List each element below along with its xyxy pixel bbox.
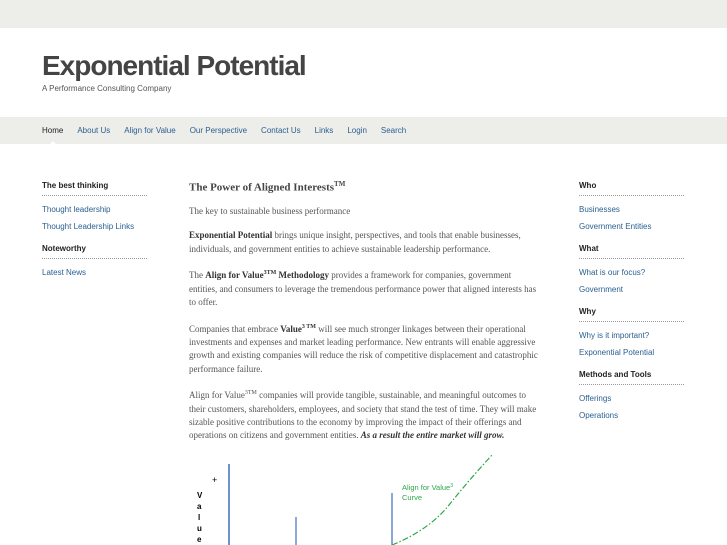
nav-our-perspective[interactable]: Our Perspective [190,117,247,144]
sidebar-link-focus[interactable]: What is our focus? [579,268,684,277]
sidebar-heading: Who [579,181,684,196]
paragraph-3: Companies that embrace Value3 TM will se… [189,323,538,374]
right-sidebar: Who Businesses Government Entities What … [579,181,684,433]
masthead: Exponential Potential A Performance Cons… [42,50,307,93]
paragraph-2: The Align for Value3TM Methodology provi… [189,270,537,308]
sidebar-group-methods-tools: Methods and Tools Offerings Operations [579,370,684,420]
sidebar-heading: Why [579,307,684,322]
curve-label: Align for Value3 [402,483,453,492]
sidebar-heading: Noteworthy [42,244,147,259]
sidebar-link-exponential-potential[interactable]: Exponential Potential [579,348,684,357]
nav-align-for-value[interactable]: Align for Value [124,117,175,144]
sidebar-link-why-important[interactable]: Why is it important? [579,331,684,340]
axis-letter: e [197,535,202,544]
sidebar-group-best-thinking: The best thinking Thought leadership Tho… [42,181,147,231]
left-sidebar: The best thinking Thought leadership Tho… [42,181,147,290]
nav-contact-us[interactable]: Contact Us [261,117,301,144]
page-title: The Power of Aligned InterestsTM [189,180,346,194]
nav-search[interactable]: Search [381,117,406,144]
nav-home[interactable]: Home [42,117,63,145]
nav-links[interactable]: Links [315,117,334,144]
sidebar-link-offerings[interactable]: Offerings [579,394,684,403]
main-nav: Home About Us Align for Value Our Perspe… [0,117,727,145]
paragraph-4: Align for Value3TM companies will provid… [189,390,537,441]
sidebar-heading: What [579,244,684,259]
sidebar-link-thought-leadership[interactable]: Thought leadership [42,205,147,214]
sidebar-link-government[interactable]: Government [579,285,684,294]
nav-login[interactable]: Login [347,117,367,144]
sidebar-group-what: What What is our focus? Government [579,244,684,294]
figure-axis-label: V a l u e [197,491,203,544]
sidebar-link-thought-leadership-links[interactable]: Thought Leadership Links [42,222,147,231]
axis-letter: V [197,491,203,500]
figure-plus-sign: + [212,475,217,485]
sidebar-heading: Methods and Tools [579,370,684,385]
axis-letter: a [197,502,202,511]
sidebar-heading: The best thinking [42,181,147,196]
curve-label-2: Curve [402,493,422,502]
intro-text: The key to sustainable business performa… [189,206,351,217]
sidebar-link-government-entities[interactable]: Government Entities [579,222,684,231]
site-tagline: A Performance Consulting Company [42,84,172,93]
sidebar-group-why: Why Why is it important? Exponential Pot… [579,307,684,357]
nav-about-us[interactable]: About Us [77,117,110,144]
paragraph-1: Exponential Potential brings unique insi… [189,230,521,254]
sidebar-link-latest-news[interactable]: Latest News [42,268,147,277]
sidebar-link-businesses[interactable]: Businesses [579,205,684,214]
sidebar-group-noteworthy: Noteworthy Latest News [42,244,147,277]
site-title[interactable]: Exponential Potential [42,50,307,82]
value-curve-figure: + V a l u e Align for Value3 Curve [197,454,493,545]
axis-letter: l [198,513,200,522]
main-content: The Power of Aligned InterestsTM The key… [189,178,541,454]
sidebar-group-who: Who Businesses Government Entities [579,181,684,231]
sidebar-link-operations[interactable]: Operations [579,411,684,420]
top-bar [0,0,727,28]
axis-letter: u [197,524,202,533]
